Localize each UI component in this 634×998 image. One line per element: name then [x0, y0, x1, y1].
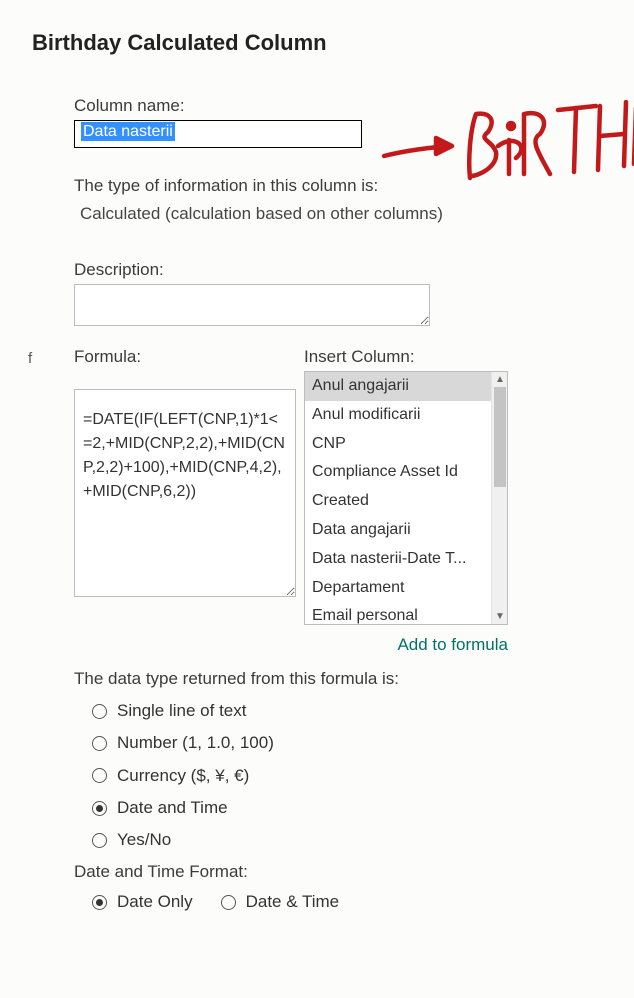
- return-type-option[interactable]: Currency ($, ¥, €): [92, 760, 634, 792]
- insert-column-option[interactable]: Anul modificarii: [305, 401, 507, 430]
- radio-label: Single line of text: [117, 695, 246, 727]
- insert-column-option[interactable]: Created: [305, 487, 507, 516]
- formula-textarea[interactable]: [74, 389, 296, 597]
- insert-column-option[interactable]: Email personal: [305, 602, 507, 625]
- insert-column-label: Insert Column:: [304, 347, 508, 367]
- formula-label: Formula:: [74, 347, 296, 367]
- page-title: Birthday Calculated Column: [0, 0, 634, 56]
- type-info-label: The type of information in this column i…: [74, 176, 634, 196]
- radio-icon[interactable]: [92, 801, 107, 816]
- return-type-option[interactable]: Yes/No: [92, 824, 634, 856]
- description-textarea[interactable]: [74, 284, 430, 326]
- radio-label: Currency ($, ¥, €): [117, 760, 249, 792]
- scroll-thumb[interactable]: [494, 387, 506, 487]
- insert-column-listbox[interactable]: Anul angajariiAnul modificariiCNPComplia…: [304, 371, 508, 625]
- insert-column-option[interactable]: Data nasterii-Date T...: [305, 545, 507, 574]
- radio-label: Date & Time: [246, 886, 340, 918]
- dt-format-option[interactable]: Date Only: [92, 886, 193, 918]
- insert-column-option[interactable]: Data angajarii: [305, 516, 507, 545]
- radio-icon[interactable]: [92, 736, 107, 751]
- column-name-label: Column name:: [74, 96, 634, 116]
- radio-label: Date and Time: [117, 792, 228, 824]
- return-type-option[interactable]: Single line of text: [92, 695, 634, 727]
- radio-label: Date Only: [117, 886, 193, 918]
- column-name-input[interactable]: Data nasterii: [74, 120, 362, 148]
- stray-text: f: [28, 350, 32, 367]
- radio-icon[interactable]: [92, 704, 107, 719]
- scroll-down-icon[interactable]: ▼: [492, 609, 508, 624]
- scroll-up-icon[interactable]: ▲: [492, 372, 508, 387]
- radio-label: Number (1, 1.0, 100): [117, 727, 274, 759]
- dt-format-label: Date and Time Format:: [74, 862, 634, 882]
- return-type-option[interactable]: Date and Time: [92, 792, 634, 824]
- type-info-value: Calculated (calculation based on other c…: [80, 204, 634, 224]
- listbox-scrollbar[interactable]: ▲ ▼: [491, 372, 507, 624]
- insert-column-option[interactable]: Anul angajarii: [305, 372, 507, 401]
- return-type-option[interactable]: Number (1, 1.0, 100): [92, 727, 634, 759]
- radio-icon[interactable]: [92, 895, 107, 910]
- insert-column-option[interactable]: Departament: [305, 574, 507, 603]
- add-to-formula-link[interactable]: Add to formula: [74, 635, 508, 655]
- return-type-label: The data type returned from this formula…: [74, 669, 634, 689]
- radio-label: Yes/No: [117, 824, 171, 856]
- insert-column-option[interactable]: CNP: [305, 430, 507, 459]
- radio-icon[interactable]: [92, 768, 107, 783]
- description-label: Description:: [74, 260, 634, 280]
- radio-icon[interactable]: [221, 895, 236, 910]
- dt-format-option[interactable]: Date & Time: [221, 886, 340, 918]
- radio-icon[interactable]: [92, 833, 107, 848]
- insert-column-option[interactable]: Compliance Asset Id: [305, 458, 507, 487]
- column-name-value: Data nasterii: [81, 122, 175, 141]
